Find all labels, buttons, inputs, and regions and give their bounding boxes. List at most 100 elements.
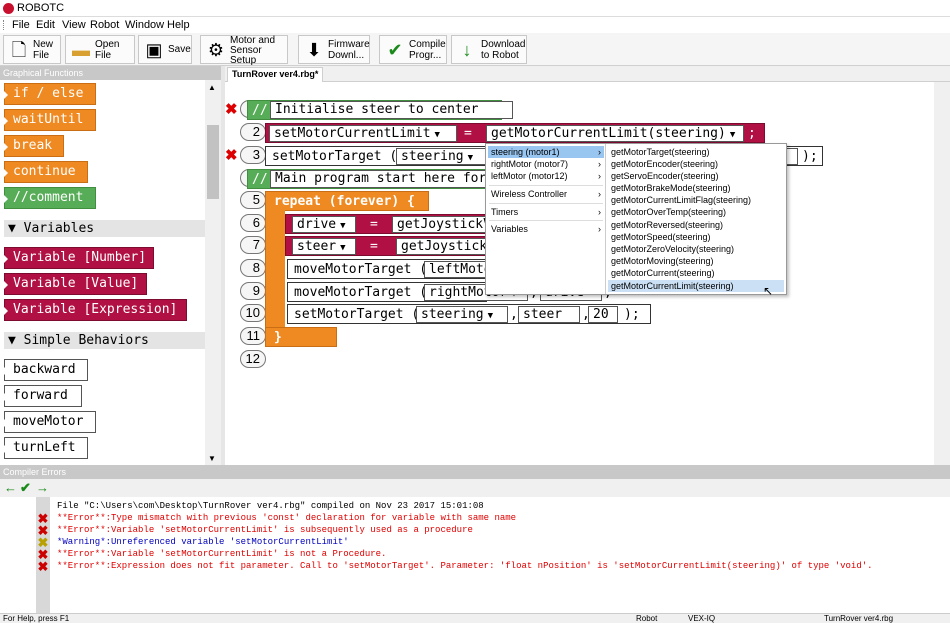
motor-dropdown[interactable]: steering ▼ [396,148,488,165]
function-item[interactable]: getServoEncoder(steering) [608,170,719,182]
menu-edit[interactable]: Edit [36,19,55,31]
scroll-up-icon[interactable]: ▲ [208,83,216,92]
section-variables[interactable]: ▼ Variables [4,220,205,237]
status-bar: For Help, press F1 Robot VEX-IQ TurnRove… [0,613,950,623]
firmware-icon: ⬇ [306,40,322,60]
firmware-download-button[interactable]: ⬇ Firmware Downl... [298,35,370,64]
menu-help[interactable]: Help [167,19,190,31]
dropdown-arrow-icon: ▼ [729,130,736,140]
save-button[interactable]: ▣ Save [138,35,192,64]
function-item[interactable]: getMotorCurrent(steering) [608,267,715,279]
category-wireless-controller[interactable]: Wireless Controller › [488,188,604,200]
status-file: TurnRover ver4.rbg [824,614,894,623]
previous-error-icon[interactable]: ← [4,480,17,495]
function-item[interactable]: getMotorZeroVelocity(steering) [608,243,734,255]
function-item[interactable]: getMotorTarget(steering) [608,146,710,158]
value-dropdown[interactable]: getMotorCurrentLimit(steering) ▼ [486,125,744,142]
error-line[interactable]: **Error**:Variable 'setMotorCurrentLimit… [57,525,473,535]
warning-line[interactable]: *Warning*:Unreferenced variable 'setMoto… [57,537,349,547]
motor-sensor-setup-button[interactable]: ⚙ Motor and Sensor Setup [200,35,288,66]
block-if-else[interactable]: if / else [4,83,96,105]
menu-robot[interactable]: Robot [90,19,119,31]
move-motor-target-block-line9[interactable]: moveMotorTarget ( rightMotor▼ , drive , [287,282,612,302]
block-backward[interactable]: backward [4,359,88,381]
function-picker-popup[interactable]: steering (motor1) › rightMotor (motor7) › … [485,143,787,298]
category-timers[interactable]: Timers › [488,206,604,218]
scroll-thumb[interactable] [207,125,219,199]
block-comment[interactable]: //comment [4,187,96,209]
section-simple-behaviors[interactable]: ▼ Simple Behaviors [4,332,205,349]
scroll-down-icon[interactable]: ▼ [208,454,216,463]
function-item[interactable]: getMotorReversed(steering) [608,219,723,231]
category-rightmotor[interactable]: rightMotor (motor7) › [488,158,604,170]
set-motor-target-block-line10[interactable]: setMotorTarget ( steering ▼ , steer , 20 … [287,304,651,324]
checkmark-icon[interactable]: ✔ [20,480,31,496]
tab-turnrover[interactable]: TurnRover ver4.rbg* [227,67,324,82]
comment-text[interactable]: Initialise steer to center [270,101,513,119]
move-motor-target-block-line8[interactable]: moveMotorTarget ( leftMotor▼ , drive , [287,259,604,279]
menu-view[interactable]: View [62,19,86,31]
line-number: 9 [240,282,266,300]
menu-file[interactable]: File [12,19,30,31]
error-line[interactable]: **Error**:Variable 'setMotorCurrentLimit… [57,549,386,559]
compiler-errors-list[interactable]: File "C:\Users\com\Desktop\TurnRover ver… [0,497,950,613]
category-leftmotor[interactable]: leftMotor (motor12) › [488,170,604,182]
block-continue[interactable]: continue [4,161,88,183]
function-item[interactable]: getMotorCurrentLimitFlag(steering) [608,194,751,206]
comment-block-line1[interactable]: // Initialise steer to center [247,100,513,120]
editor-tabs: TurnRover ver4.rbg* [225,66,950,82]
function-item[interactable]: getMotorSpeed(steering) [608,231,711,243]
line-number: 8 [240,259,266,277]
category-steering[interactable]: steering (motor1) › [488,146,604,158]
block-variable-expression[interactable]: Variable [Expression] [4,299,187,321]
block-turnleft[interactable]: turnLeft [4,437,88,459]
mouse-cursor-icon: ↖ [763,284,774,298]
block-forward[interactable]: forward [4,385,82,407]
function-item[interactable]: getMotorMoving(steering) [608,255,714,267]
comment-text[interactable]: Main program start here for d [270,170,508,188]
block-waituntil[interactable]: waitUntil [4,109,96,131]
line-number: 10 [240,304,266,322]
editor-scrollbar[interactable] [934,82,950,465]
function-item[interactable]: getMotorOverTemp(steering) [608,206,726,218]
download-to-robot-button[interactable]: ↓ Download to Robot [451,35,527,64]
robotc-logo-icon [3,3,14,14]
chevron-right-icon: › [598,189,601,199]
block-movemotor[interactable]: moveMotor [4,411,96,433]
line-number: 6 [240,214,266,232]
repeat-forever-block[interactable]: repeat (forever) { [265,191,429,211]
function-item[interactable]: getMotorEncoder(steering) [608,158,718,170]
error-line[interactable]: **Error**:Expression does not fit parame… [57,561,873,571]
number-slot[interactable]: 20 [588,306,618,323]
motor-dropdown[interactable]: steering ▼ [416,306,508,323]
assignment-block-line2[interactable]: setMotorCurrentLimit ▼ = getMotorCurrentL… [265,123,765,143]
next-error-icon[interactable]: → [36,480,49,495]
download-icon: ↓ [462,40,472,60]
compile-program-button[interactable]: ✔ Compile Progr... [379,35,447,64]
variable-dropdown[interactable]: steer ▼ [292,238,356,255]
parameter-slot[interactable]: steer [518,306,580,323]
chevron-right-icon: › [598,207,601,217]
comment-block-line4[interactable]: // Main program start here for d [247,169,508,189]
parameter-slot[interactable] [786,148,798,165]
variable-dropdown[interactable]: drive ▼ [292,216,356,233]
dropdown-arrow-icon: ▼ [340,221,346,231]
error-line[interactable]: File "C:\Users\com\Desktop\TurnRover ver… [57,501,484,511]
function-item-selected[interactable]: getMotorCurrentLimit(steering) [608,280,784,292]
new-file-button[interactable]: 🗋 New File [3,35,61,64]
compiler-errors-toolbar: ← ✔ → [0,479,950,497]
block-variable-value[interactable]: Variable [Value] [4,273,147,295]
dropdown-arrow-icon: ▼ [467,153,474,163]
variable-dropdown[interactable]: setMotorCurrentLimit ▼ [269,125,457,142]
open-file-button[interactable]: ▬ Open File [65,35,135,64]
block-variable-number[interactable]: Variable [Number] [4,247,154,269]
menu-window[interactable]: Window [125,19,164,31]
category-variables[interactable]: Variables › [488,223,604,235]
function-item[interactable]: getMotorBrakeMode(steering) [608,182,731,194]
line-number: 11 [240,327,266,345]
error-line[interactable]: **Error**:Type mismatch with previous 'c… [57,513,516,523]
panel-scrollbar[interactable]: ▲ ▼ [205,80,221,465]
window-title: ROBOTC [17,2,65,14]
block-break[interactable]: break [4,135,64,157]
menu-bar: File Edit View Robot Window Help [0,17,950,33]
